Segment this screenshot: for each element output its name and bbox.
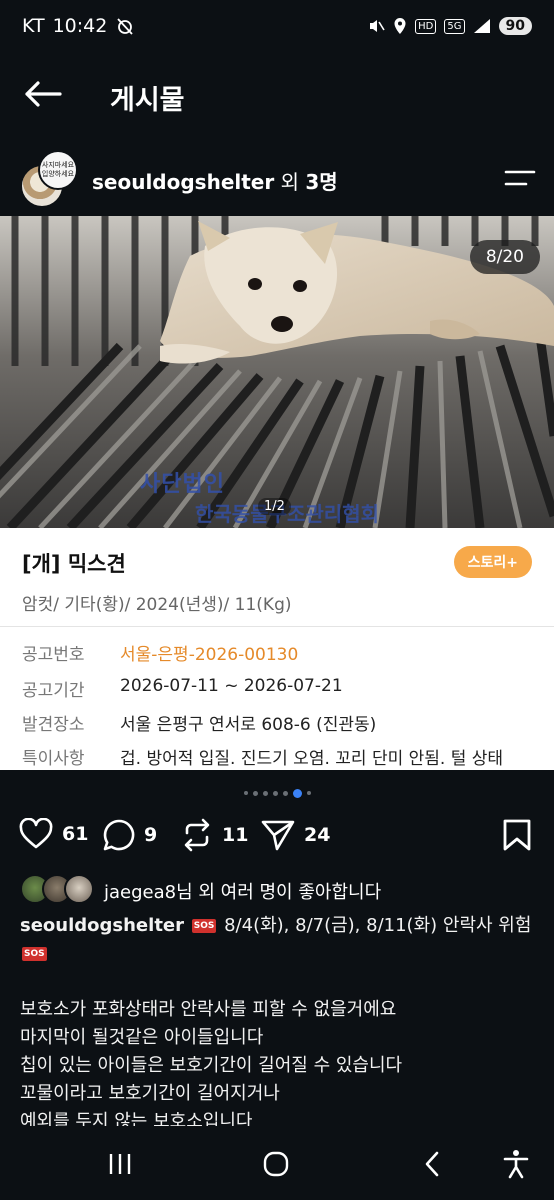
info-row-notice-number: 공고번호 서울-은평-2026-00130 — [0, 640, 554, 672]
carousel-dots — [0, 786, 554, 800]
caption-line: 보호소가 포화상태라 안락사를 피할 수 없을거에요 — [20, 999, 397, 1020]
info-key: 공고기간 — [22, 681, 85, 701]
comment-button[interactable]: 9 — [102, 818, 157, 852]
signal-icon — [473, 19, 490, 33]
menu-icon — [504, 170, 536, 186]
info-row-notes: 특이사항 겁. 방어적 입질. 진드기 오염. 꼬리 단미 안됨. 털 상태 — [0, 744, 554, 770]
caption-headline-text: 8/4(화), 8/7(금), 8/11(화) 안락사 위험 — [218, 915, 532, 936]
animal-info-card[interactable]: [개] 믹스견 스토리+ 암컷/ 기타(황)/ 2024(년생)/ 11(Kg)… — [0, 528, 554, 770]
repost-count: 11 — [222, 824, 249, 846]
divider — [0, 626, 554, 627]
bookmark-button[interactable] — [502, 818, 532, 856]
carousel-dot — [306, 791, 311, 795]
caption-headline: seouldogshelter SOS 8/4(화), 8/7(금), 8/11… — [20, 912, 534, 968]
author-avatars[interactable]: 사지마세요 입양하세요 — [18, 150, 80, 208]
send-icon — [261, 820, 295, 851]
repost-button[interactable]: 11 — [180, 818, 248, 852]
home-button[interactable] — [256, 1146, 296, 1182]
system-back-button[interactable] — [412, 1146, 452, 1182]
info-row-notice-period: 공고기간 2026-07-11 ~ 2026-07-21 — [0, 676, 554, 708]
photo-inner-page-indicator: 1/2 — [258, 498, 291, 515]
info-value: 겁. 방어적 입질. 진드기 오염. 꼬리 단미 안됨. 털 상태 — [120, 749, 504, 769]
carrier-label: KT — [22, 15, 45, 37]
comment-icon — [103, 819, 135, 851]
carousel-dot — [262, 790, 268, 796]
alarm-off-icon — [117, 18, 134, 35]
recent-apps-icon — [109, 1154, 131, 1174]
post-photo[interactable]: 8/20 사단법인 한국동물구조관리협회 1/2 — [0, 216, 554, 528]
carousel-dot — [272, 790, 278, 796]
system-nav-bar — [0, 1128, 554, 1200]
clock: 10:42 — [52, 15, 108, 37]
info-value: 서울 은평구 연서로 608-6 (진관동) — [120, 715, 377, 735]
carousel-dot — [252, 790, 258, 796]
heart-icon — [19, 818, 53, 849]
post-actions: 61 9 11 24 — [0, 812, 554, 862]
animal-title: [개] 믹스견 — [22, 552, 126, 576]
like-button[interactable]: 61 — [18, 818, 88, 850]
sos-emoji: SOS — [191, 919, 217, 933]
author-username[interactable]: seouldogshelter — [92, 170, 274, 194]
author-count[interactable]: 3명 — [305, 170, 337, 194]
accessibility-button[interactable] — [496, 1146, 536, 1182]
liked-by-row[interactable]: jaegea8님 외 여러 명이 좋아합니다 — [0, 872, 554, 908]
info-key: 특이사항 — [22, 749, 85, 769]
watermark-logo: 사단법인 — [140, 472, 225, 497]
info-key: 발견장소 — [22, 715, 85, 735]
author-suffix: 외 — [274, 170, 306, 194]
caption-username[interactable]: seouldogshelter — [20, 915, 184, 936]
comment-count: 9 — [144, 824, 158, 846]
arrow-left-icon — [25, 81, 62, 107]
repost-icon — [184, 818, 210, 852]
header: 게시물 — [0, 66, 554, 124]
home-icon — [263, 1151, 289, 1177]
caption-line: 마지막이 될것같은 아이들입니다 — [20, 1027, 264, 1048]
story-button[interactable]: 스토리+ — [453, 546, 532, 578]
liker-avatars[interactable] — [20, 874, 96, 906]
bookmark-icon — [503, 819, 531, 851]
like-count: 61 — [62, 823, 89, 845]
carousel-dot-active — [292, 788, 302, 798]
author-row: 사지마세요 입양하세요 seouldogshelter 외 3명 — [0, 150, 554, 210]
share-count: 24 — [304, 824, 331, 846]
info-value: 서울-은평-2026-00130 — [120, 645, 299, 665]
chevron-left-icon — [425, 1151, 439, 1177]
back-button[interactable] — [22, 76, 64, 112]
hd-badge: HD — [415, 18, 437, 34]
menu-button[interactable] — [504, 166, 536, 190]
network-badge: 5G — [444, 18, 465, 34]
battery-indicator: 90 — [498, 17, 532, 35]
avatar — [64, 874, 94, 904]
info-key: 공고번호 — [22, 645, 85, 665]
info-row-found-location: 발견장소 서울 은평구 연서로 608-6 (진관동) — [0, 710, 554, 742]
caption-line: 꼬물이라고 보호기간이 길어지거나 — [20, 1083, 280, 1104]
info-value: 2026-07-11 ~ 2026-07-21 — [120, 676, 343, 696]
sos-emoji: SOS — [22, 947, 47, 961]
author-name[interactable]: seouldogshelter 외 3명 — [92, 166, 338, 195]
location-icon — [394, 18, 406, 34]
caption-body: 보호소가 포화상태라 안락사를 피할 수 없을거에요 마지막이 될것같은 아이들… — [20, 996, 534, 1126]
accessibility-icon — [503, 1150, 529, 1179]
liked-by-text: jaegea8님 외 여러 명이 좋아합니다 — [104, 882, 382, 903]
recent-apps-button[interactable] — [100, 1146, 140, 1182]
carousel-dot — [243, 791, 248, 795]
photo-counter: 8/20 — [469, 240, 540, 274]
animal-details: 암컷/ 기타(황)/ 2024(년생)/ 11(Kg) — [22, 595, 292, 615]
collab-avatar[interactable]: 사지마세요 입양하세요 — [38, 150, 78, 190]
page-title: 게시물 — [110, 85, 185, 116]
share-button[interactable]: 24 — [260, 818, 330, 852]
caption-line: 예외를 두지 않는 보호소입니다 — [20, 1111, 253, 1126]
mute-icon — [370, 20, 385, 32]
status-bar: KT 10:42 HD 5G 90 — [0, 0, 554, 52]
caption-line: 칩이 있는 아이들은 보호기간이 길어질 수 있습니다 — [20, 1055, 403, 1076]
carousel-dot — [282, 790, 288, 796]
